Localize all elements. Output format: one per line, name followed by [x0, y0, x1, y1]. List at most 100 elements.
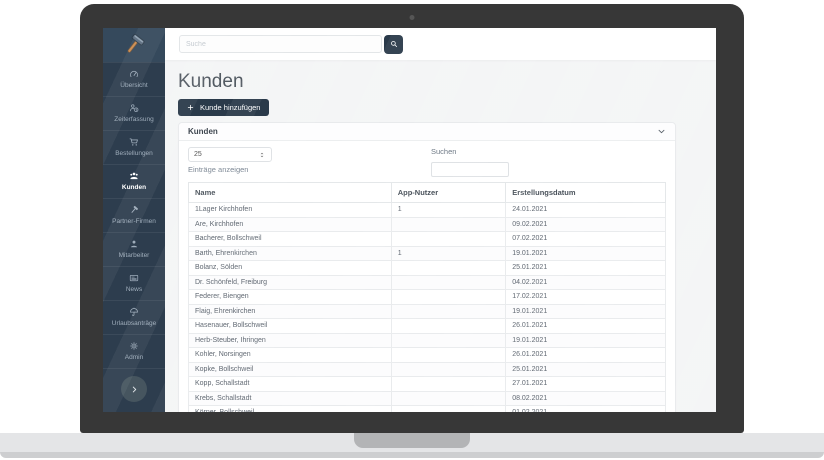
table-cell: 26.01.2021 [505, 347, 666, 363]
sidebar-item-bestellungen[interactable]: Bestellungen [103, 130, 165, 164]
sidebar-item-partner-firmen[interactable]: Partner-Firmen [103, 198, 165, 232]
table-cell: 17.02.2021 [505, 289, 666, 305]
sidebar-item-label: Bestellungen [115, 150, 153, 157]
sidebar-item-label: Kunden [121, 184, 147, 191]
table-cell: Federer, Biengen [188, 289, 392, 305]
table-cell [390, 274, 507, 290]
table-cell [390, 216, 507, 232]
table-row[interactable]: Kohler, Norsingen 26.01.2021 [188, 347, 666, 363]
column-header[interactable]: Name [188, 182, 392, 203]
column-header[interactable]: Erstellungsdatum [505, 182, 666, 203]
content-area: Kunden Kunde hinzufügen Kunden 25 Einträ… [165, 60, 716, 412]
page-length-block: 25 Einträge anzeigen [188, 147, 272, 174]
table-body: 1Lager Kirchhofen 1 24.01.2021 Are, Kirchho… [188, 202, 666, 412]
panel-title: Kunden [188, 127, 218, 136]
search-icon [390, 40, 398, 48]
table-cell: 27.01.2021 [505, 376, 666, 392]
table-cell: 07.02.2021 [505, 231, 666, 247]
table-cell: Are, Kirchhofen [188, 216, 392, 232]
sidebar-item-label: Urlaubsanträge [111, 320, 157, 327]
table-cell [390, 405, 507, 412]
table-cell: Bacherer, Bollschweil [188, 231, 392, 247]
table-controls: 25 Einträge anzeigen Suchen [188, 147, 666, 177]
global-search-input[interactable] [179, 35, 382, 53]
table-cell: Flaig, Ehrenkirchen [188, 303, 392, 319]
page-background: Übersicht Zeiterfassung Bestellungen Kun… [0, 0, 824, 460]
table-row[interactable]: 1Lager Kirchhofen 1 24.01.2021 [188, 202, 666, 218]
table-row[interactable]: Körner, Bollschweil 01.02.2021 [188, 405, 666, 412]
panel-header[interactable]: Kunden [179, 123, 675, 141]
table-cell: 19.01.2021 [505, 303, 666, 319]
sidebar: Übersicht Zeiterfassung Bestellungen Kun… [103, 28, 165, 412]
news-icon [129, 273, 139, 283]
table-row[interactable]: Federer, Biengen 17.02.2021 [188, 289, 666, 305]
chevron-down-icon[interactable] [657, 127, 666, 136]
table-row[interactable]: Krebs, Schallstadt 08.02.2021 [188, 390, 666, 406]
table-cell [390, 332, 507, 348]
sidebar-item-label: Partner-Firmen [112, 218, 156, 225]
sidebar-item-label: Mitarbeiter [118, 252, 150, 259]
page-length-select[interactable]: 25 [188, 147, 272, 162]
table-row[interactable]: Are, Kirchhofen 09.02.2021 [188, 216, 666, 232]
cart-icon [129, 137, 139, 147]
table-row[interactable]: Bolanz, Sölden 25.01.2021 [188, 260, 666, 276]
app-logo[interactable] [103, 28, 165, 62]
sidebar-collapse-button[interactable] [121, 376, 147, 402]
table-cell: Kopke, Bollschweil [188, 361, 392, 377]
column-header[interactable]: App-Nutzer [390, 182, 507, 203]
table-row[interactable]: Dr. Schönfeld, Freiburg 04.02.2021 [188, 274, 666, 290]
add-customer-label: Kunde hinzufügen [200, 103, 261, 112]
table-filter-block: Suchen [431, 147, 509, 177]
table-cell: Dr. Schönfeld, Freiburg [188, 274, 392, 290]
laptop-base-edge [0, 452, 824, 458]
table-search-input[interactable] [431, 162, 509, 177]
hammer-icon [129, 205, 139, 215]
table-row[interactable]: Hasenauer, Bollschweil 26.01.2021 [188, 318, 666, 334]
table-cell: Herb-Steuber, Ihringen [188, 332, 392, 348]
users-icon [129, 171, 139, 181]
table-cell: 1 [390, 202, 507, 218]
table-cell [390, 303, 507, 319]
table-row[interactable]: Kopp, Schallstadt 27.01.2021 [188, 376, 666, 392]
plus-icon [187, 104, 194, 111]
table-cell: 1 [390, 245, 507, 261]
entries-label: Einträge anzeigen [188, 165, 249, 174]
sidebar-item-zeiterfassung[interactable]: Zeiterfassung [103, 96, 165, 130]
table-cell: Kopp, Schallstadt [188, 376, 392, 392]
page-length-value: 25 [194, 151, 202, 158]
add-customer-button[interactable]: Kunde hinzufügen [178, 99, 270, 116]
sidebar-item-label: Übersicht [120, 82, 148, 89]
table-cell: 04.02.2021 [505, 274, 666, 290]
gear-icon [129, 341, 139, 351]
table-cell: 09.02.2021 [505, 216, 666, 232]
sidebar-item-label: Admin [124, 354, 144, 361]
table-row[interactable]: Barth, Ehrenkirchen 1 19.01.2021 [188, 245, 666, 261]
sidebar-item-mitarbeiter[interactable]: Mitarbeiter [103, 232, 165, 266]
global-search-button[interactable] [384, 34, 403, 54]
table-header-row: Name App-Nutzer Erstellungsdatum [188, 182, 666, 203]
table-row[interactable]: Kopke, Bollschweil 25.01.2021 [188, 361, 666, 377]
laptop-base-notch [354, 433, 470, 448]
table-row[interactable]: Bacherer, Bollschweil 07.02.2021 [188, 231, 666, 247]
sidebar-item-uebersicht[interactable]: Übersicht [103, 62, 165, 96]
table-cell: 01.02.2021 [505, 405, 666, 412]
table-row[interactable]: Flaig, Ehrenkirchen 19.01.2021 [188, 303, 666, 319]
panel-body: 25 Einträge anzeigen Suchen Name App-Nut… [179, 141, 675, 412]
table-cell [390, 231, 507, 247]
sidebar-item-news[interactable]: News [103, 266, 165, 300]
sidebar-item-admin[interactable]: Admin [103, 334, 165, 368]
sidebar-item-kunden[interactable]: Kunden [103, 164, 165, 198]
topbar [165, 28, 716, 60]
select-stepper-icon [258, 151, 266, 159]
page-title: Kunden [178, 71, 244, 92]
table-cell [390, 318, 507, 334]
sidebar-item-urlaubsantraege[interactable]: Urlaubsanträge [103, 300, 165, 334]
table-cell [390, 390, 507, 406]
table-cell: 1Lager Kirchhofen [188, 202, 392, 218]
user-icon [129, 239, 139, 249]
app-window: Übersicht Zeiterfassung Bestellungen Kun… [103, 28, 716, 412]
table-cell: 19.01.2021 [505, 245, 666, 261]
umbrella-icon [129, 307, 139, 317]
table-row[interactable]: Herb-Steuber, Ihringen 19.01.2021 [188, 332, 666, 348]
sidebar-item-label: News [125, 286, 143, 293]
